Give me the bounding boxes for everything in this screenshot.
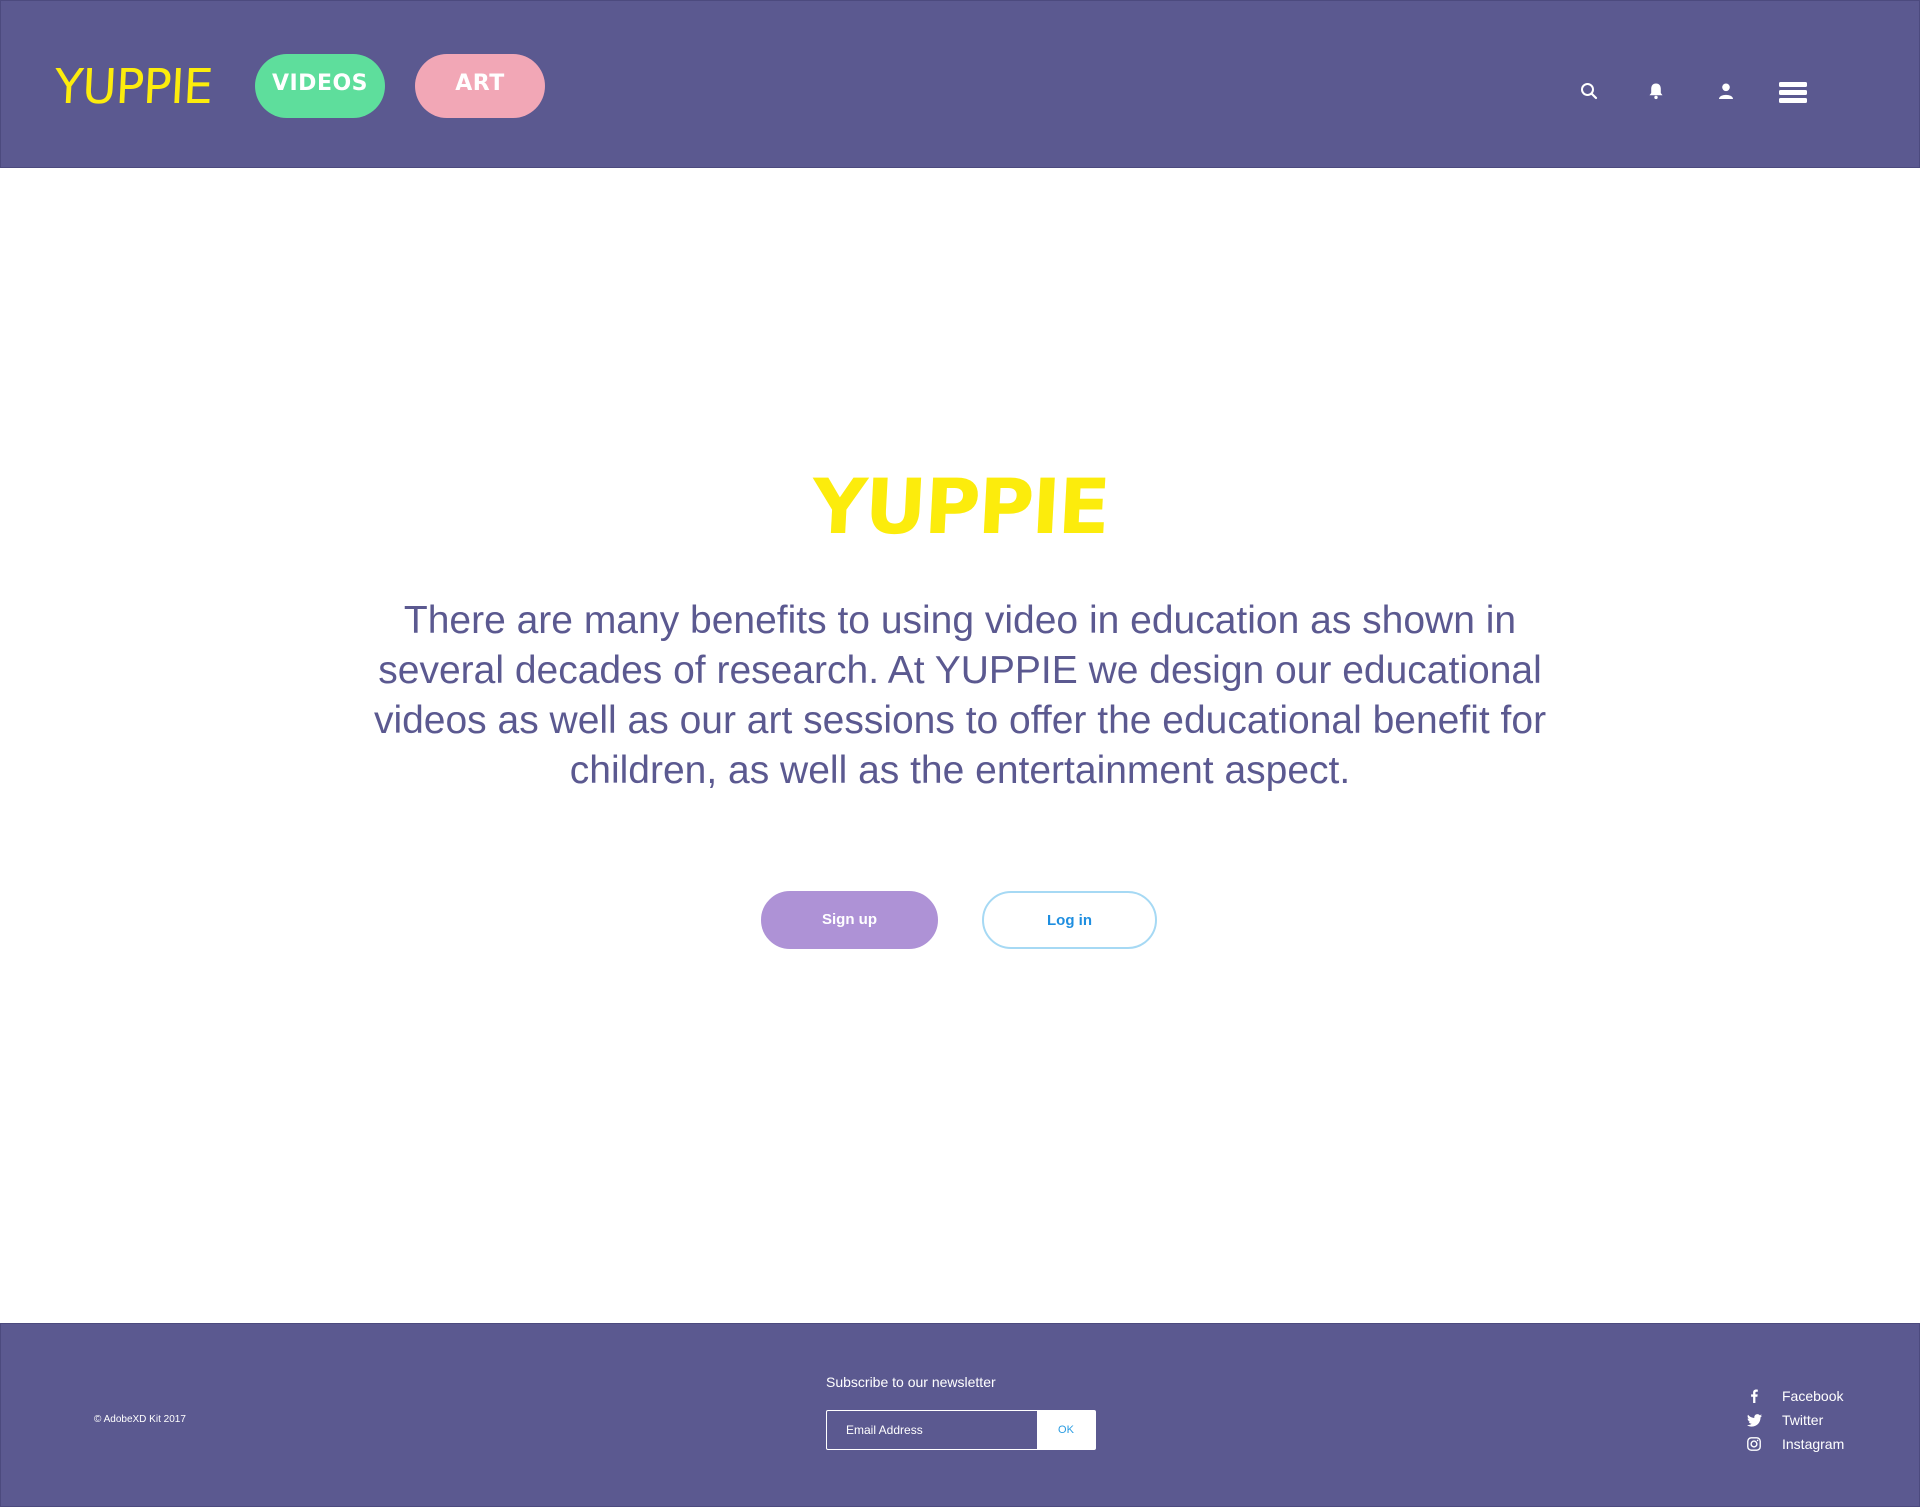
newsletter-label: Subscribe to our newsletter: [826, 1374, 996, 1390]
site-header: YUPPIE VIDEOS ART: [0, 0, 1920, 168]
twitter-icon: [1746, 1412, 1762, 1428]
facebook-icon: [1746, 1388, 1762, 1404]
nav-videos-button[interactable]: VIDEOS: [255, 54, 385, 118]
email-input[interactable]: [827, 1411, 1037, 1449]
signup-button[interactable]: Sign up: [761, 891, 938, 949]
instagram-icon: [1746, 1436, 1762, 1452]
site-footer: © AdobeXD Kit 2017 Subscribe to our news…: [0, 1323, 1920, 1507]
nav-art-button[interactable]: ART: [415, 54, 545, 118]
social-label: Instagram: [1782, 1436, 1845, 1452]
menu-icon[interactable]: [1779, 82, 1809, 106]
social-links: Facebook Twitter Instagram: [1746, 1384, 1886, 1456]
logo[interactable]: YUPPIE: [53, 57, 214, 117]
login-button[interactable]: Log in: [982, 891, 1157, 949]
social-link-twitter[interactable]: Twitter: [1746, 1408, 1886, 1432]
bell-icon[interactable]: [1646, 81, 1670, 105]
social-link-facebook[interactable]: Facebook: [1746, 1384, 1886, 1408]
hero-title: YUPPIE: [809, 462, 1111, 551]
copyright-text: © AdobeXD Kit 2017: [94, 1414, 186, 1425]
newsletter-submit-button[interactable]: OK: [1037, 1411, 1095, 1449]
social-link-instagram[interactable]: Instagram: [1746, 1432, 1886, 1456]
hero-description: There are many benefits to using video i…: [373, 599, 1547, 792]
search-icon[interactable]: [1579, 81, 1603, 105]
social-label: Twitter: [1782, 1412, 1824, 1428]
newsletter-form: OK: [826, 1410, 1096, 1450]
social-label: Facebook: [1782, 1388, 1844, 1404]
user-icon[interactable]: [1716, 81, 1740, 105]
